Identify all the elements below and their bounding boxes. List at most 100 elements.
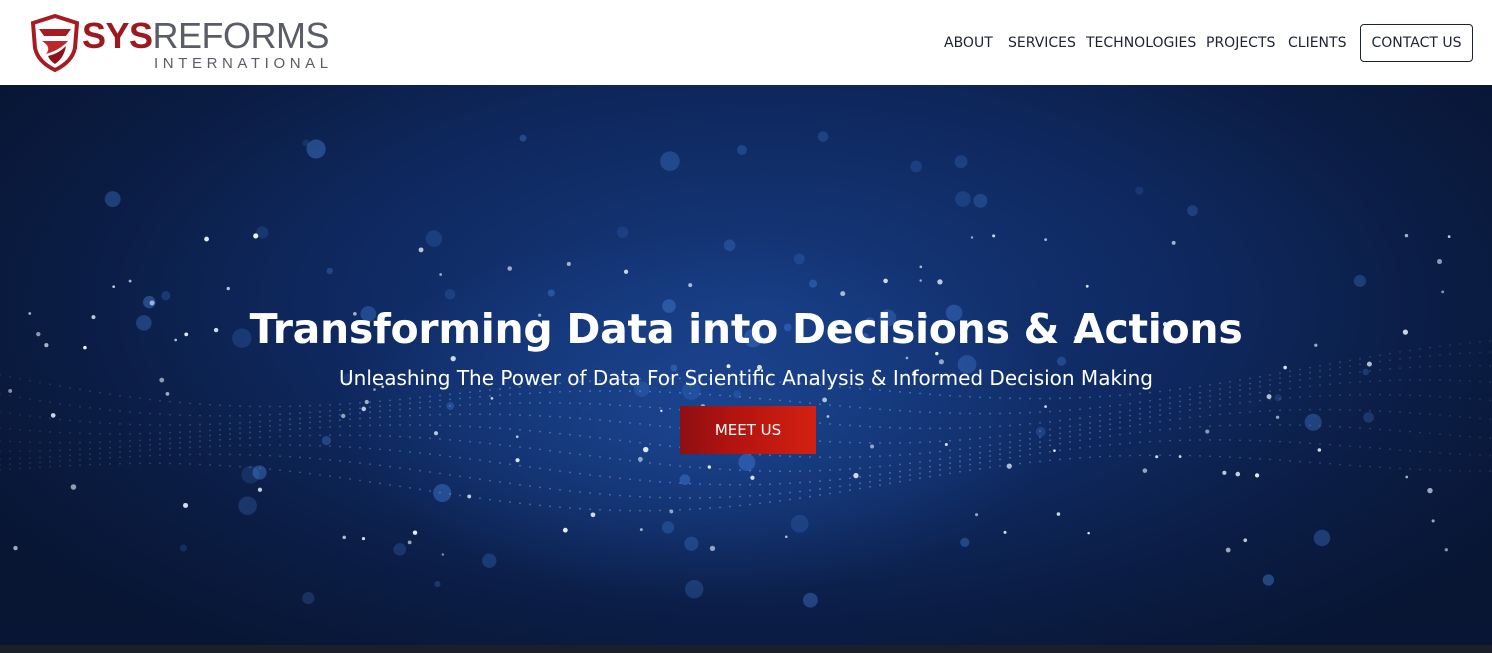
- wave-dot: [119, 433, 121, 435]
- wave-dot: [319, 434, 321, 437]
- wave-dot: [969, 463, 971, 466]
- wave-dot: [1429, 432, 1431, 435]
- wave-dot: [119, 423, 121, 425]
- wave-dot: [929, 427, 931, 430]
- wave-dot: [969, 412, 971, 415]
- wave-dot: [1199, 407, 1201, 410]
- wave-dot: [689, 465, 691, 468]
- wave-dot: [0, 458, 1, 461]
- wave-dot: [629, 459, 631, 462]
- wave-dot: [259, 405, 261, 408]
- wave-dot: [229, 444, 231, 447]
- wave-dot: [959, 427, 961, 429]
- nav-link-technologies[interactable]: TECHNOLOGIES: [1086, 33, 1196, 53]
- wave-dot: [339, 476, 341, 479]
- wave-dot: [1089, 445, 1091, 448]
- wave-dot: [129, 445, 131, 448]
- sparkle-particle: [1444, 548, 1448, 552]
- nav-link-services[interactable]: SERVICES: [1008, 33, 1076, 53]
- wave-dot: [1189, 403, 1191, 406]
- sparkle-particle: [784, 535, 788, 539]
- wave-dot: [1489, 470, 1491, 473]
- sparkle-particle: [853, 472, 859, 479]
- wave-dot: [579, 434, 581, 437]
- wave-dot: [1229, 424, 1231, 427]
- wave-dot: [919, 452, 921, 455]
- wave-dot: [959, 455, 961, 458]
- wave-dot: [1049, 444, 1051, 447]
- wave-dot: [1029, 411, 1031, 414]
- wave-dot: [1039, 446, 1041, 448]
- wave-dot: [929, 393, 931, 396]
- wave-dot: [329, 414, 331, 417]
- wave-dot: [159, 443, 161, 446]
- wave-dot: [519, 446, 521, 448]
- wave-dot: [999, 448, 1001, 451]
- wave-dot: [969, 395, 971, 398]
- wave-dot: [1199, 401, 1201, 404]
- wave-dot: [349, 478, 351, 480]
- wave-dot: [1209, 414, 1211, 417]
- wave-dot: [109, 456, 111, 459]
- wave-dot: [349, 460, 351, 463]
- wave-dot: [1189, 416, 1191, 419]
- wave-dot: [1319, 462, 1321, 464]
- sparkle-particle: [490, 396, 494, 400]
- meet-us-button[interactable]: MEET US: [680, 406, 816, 454]
- wave-dot: [829, 423, 831, 425]
- wave-dot: [429, 424, 431, 427]
- wave-dot: [319, 415, 321, 418]
- wave-dot: [199, 453, 201, 456]
- wave-dot: [409, 424, 411, 426]
- wave-dot: [539, 430, 541, 433]
- nav-link-projects[interactable]: PROJECTS: [1206, 33, 1275, 53]
- wave-dot: [249, 426, 251, 429]
- wave-dot: [289, 418, 291, 421]
- wave-dot: [499, 481, 501, 483]
- wave-dot: [999, 453, 1001, 456]
- wave-dot: [619, 458, 621, 461]
- wave-dot: [159, 399, 161, 402]
- wave-dot: [529, 392, 531, 395]
- sparkle-particle: [1266, 394, 1272, 400]
- glow-particle: [955, 191, 971, 207]
- glow-particle: [434, 581, 441, 588]
- glow-particle: [661, 521, 675, 534]
- wave-dot: [289, 405, 291, 408]
- wave-dot: [189, 430, 191, 433]
- contact-us-button[interactable]: CONTACT US: [1360, 24, 1473, 62]
- wave-dot: [339, 434, 341, 437]
- wave-dot: [949, 462, 951, 465]
- wave-dot: [809, 489, 811, 492]
- wave-dot: [269, 425, 271, 427]
- wave-dot: [1259, 439, 1261, 442]
- wave-dot: [299, 456, 301, 459]
- wave-dot: [1039, 411, 1041, 414]
- wave-dot: [89, 448, 91, 450]
- wave-dot: [1389, 410, 1391, 413]
- wave-dot: [289, 435, 291, 438]
- wave-dot: [849, 489, 851, 492]
- wave-dot: [79, 441, 81, 444]
- wave-dot: [69, 404, 71, 407]
- wave-dot: [899, 454, 901, 456]
- wave-dot: [519, 428, 521, 431]
- wave-dot: [29, 441, 31, 444]
- wave-dot: [339, 445, 341, 448]
- wave-dot: [119, 456, 121, 459]
- wave-dot: [1219, 398, 1221, 401]
- wave-dot: [829, 440, 831, 443]
- wave-dot: [9, 412, 11, 415]
- wave-dot: [399, 403, 401, 406]
- sparkle-particle: [919, 265, 923, 269]
- wave-dot: [1009, 446, 1011, 449]
- wave-dot: [509, 463, 511, 466]
- nav-link-clients[interactable]: CLIENTS: [1288, 33, 1346, 53]
- wave-dot: [839, 478, 841, 481]
- wave-dot: [679, 496, 681, 499]
- wave-dot: [149, 462, 151, 465]
- wave-dot: [989, 412, 991, 415]
- glow-particle: [802, 592, 818, 608]
- wave-dot: [1239, 456, 1241, 459]
- nav-link-about[interactable]: ABOUT: [944, 33, 993, 53]
